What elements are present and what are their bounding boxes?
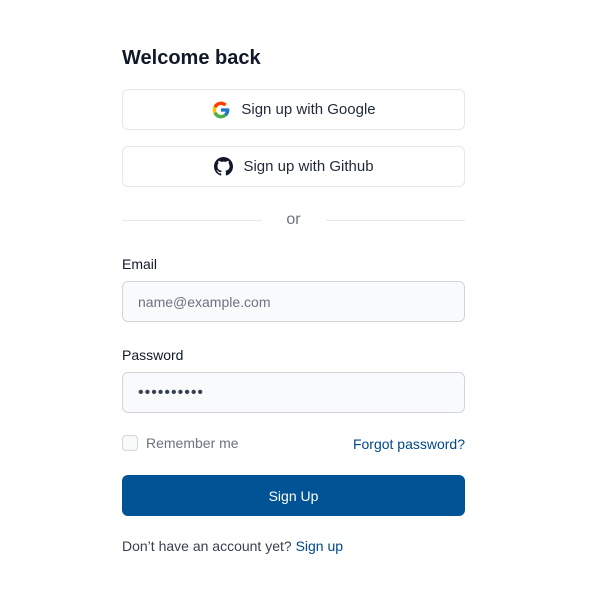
remember-me-checkbox[interactable] <box>122 435 138 451</box>
password-input[interactable] <box>122 372 465 413</box>
email-input[interactable] <box>122 281 465 322</box>
divider-line-left <box>122 219 262 221</box>
page-title: Welcome back <box>122 47 261 69</box>
github-signup-label: Sign up with Github <box>243 158 374 175</box>
divider-text: or <box>286 211 301 228</box>
divider-line-right <box>325 219 465 221</box>
google-signup-button[interactable]: Sign up with Google <box>122 89 465 130</box>
footer-text: Don’t have an account yet? <box>122 538 292 554</box>
remember-me: Remember me <box>122 435 239 451</box>
forgot-password-link[interactable]: Forgot password? <box>353 436 465 452</box>
github-logo-icon <box>213 157 233 177</box>
google-logo-icon <box>211 100 231 120</box>
sign-up-link[interactable]: Sign up <box>296 538 343 554</box>
or-divider: or <box>122 209 465 231</box>
signup-footer: Don’t have an account yet? Sign up <box>122 538 343 554</box>
password-label: Password <box>122 347 184 363</box>
remember-me-label: Remember me <box>146 435 239 451</box>
email-label: Email <box>122 256 158 272</box>
sign-up-button[interactable]: Sign Up <box>122 475 465 516</box>
github-signup-button[interactable]: Sign up with Github <box>122 146 465 187</box>
google-signup-label: Sign up with Google <box>241 101 376 118</box>
